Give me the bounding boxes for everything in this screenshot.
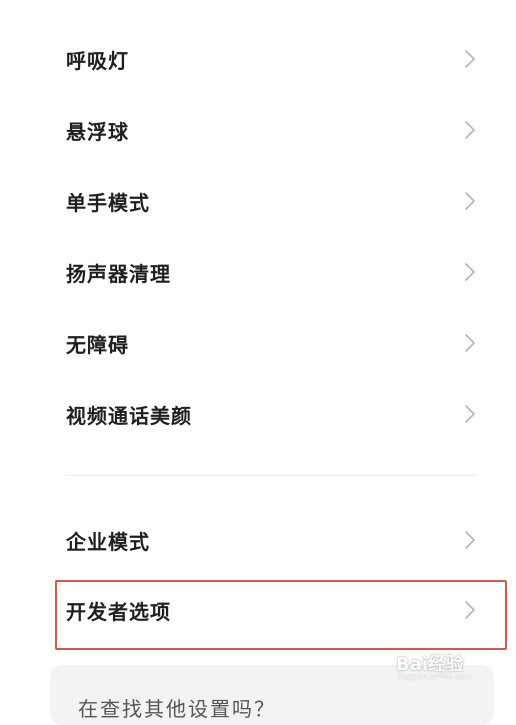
menu-item-breathing-light[interactable]: 呼吸灯: [66, 39, 480, 79]
chevron-right-icon: [460, 189, 480, 213]
menu-item-enterprise-mode[interactable]: 企业模式: [66, 520, 480, 560]
watermark-url: jingyan.baidu.com: [398, 672, 472, 681]
chevron-right-icon: [460, 528, 480, 552]
menu-item-floating-ball[interactable]: 悬浮球: [66, 110, 480, 150]
menu-item-label: 无障碍: [66, 332, 129, 357]
chevron-right-icon: [460, 47, 480, 71]
menu-item-label: 视频通话美颜: [66, 403, 192, 428]
menu-item-label: 开发者选项: [66, 599, 171, 624]
menu-item-video-call-beauty[interactable]: 视频通话美颜: [66, 394, 480, 434]
baidu-jingyan-watermark: Bai经验 jingyan.baidu.com: [396, 650, 496, 690]
chevron-right-icon: [460, 260, 480, 284]
section-divider: [66, 475, 476, 476]
menu-item-label: 呼吸灯: [66, 48, 129, 73]
chevron-right-icon: [460, 331, 480, 355]
chevron-right-icon: [460, 402, 480, 426]
menu-item-developer-options[interactable]: 开发者选项: [66, 590, 480, 630]
menu-item-label: 扬声器清理: [66, 261, 171, 286]
menu-item-label: 悬浮球: [66, 119, 129, 144]
chevron-right-icon: [460, 118, 480, 142]
chevron-right-icon: [460, 598, 480, 622]
menu-item-speaker-cleaning[interactable]: 扬声器清理: [66, 252, 480, 292]
menu-item-label: 企业模式: [66, 529, 150, 554]
menu-item-one-hand-mode[interactable]: 单手模式: [66, 181, 480, 221]
menu-item-label: 单手模式: [66, 190, 150, 215]
search-other-settings-text: 在查找其他设置吗？: [78, 697, 276, 721]
menu-item-accessibility[interactable]: 无障碍: [66, 323, 480, 363]
